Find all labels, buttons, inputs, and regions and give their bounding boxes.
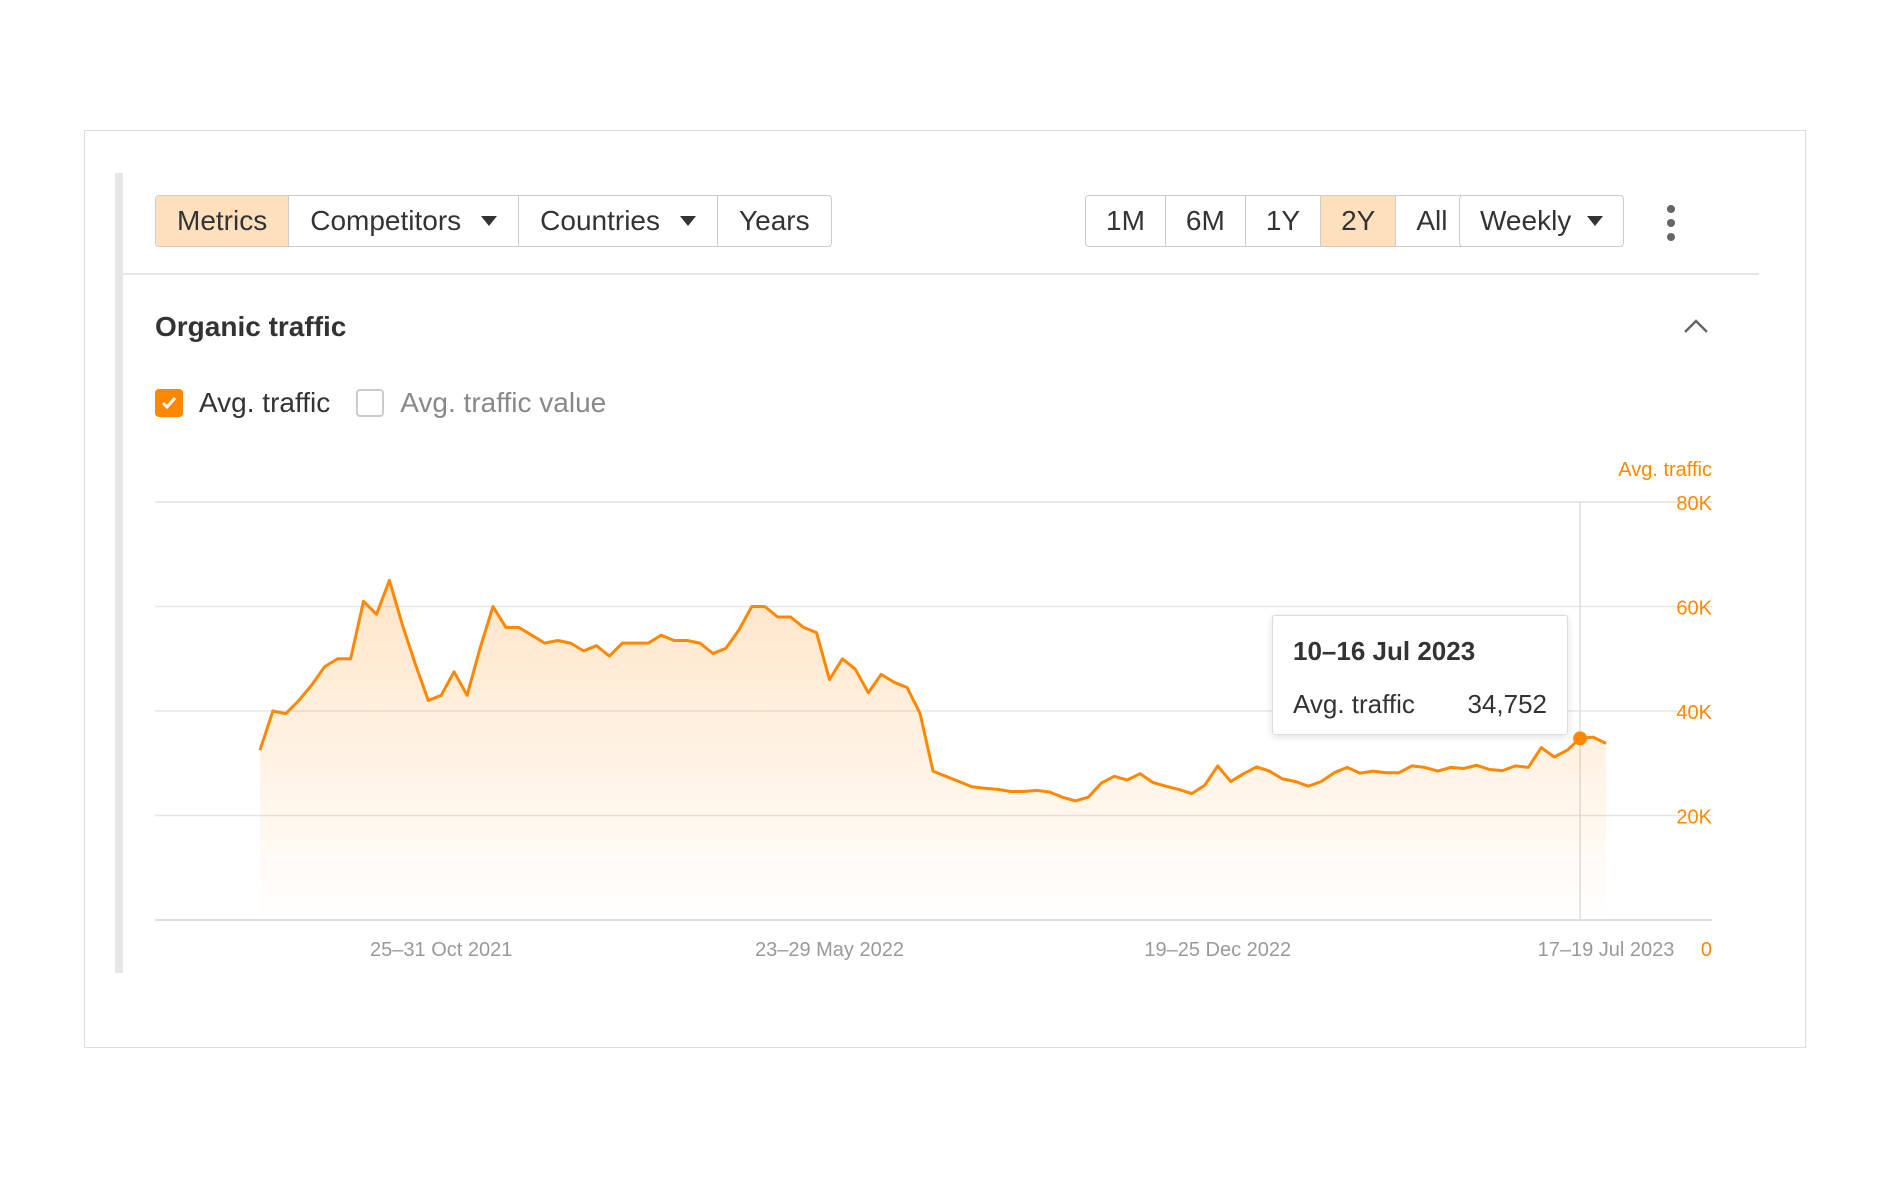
- x-tick-label: 23–29 May 2022: [755, 939, 904, 961]
- x-tick-label: 25–31 Oct 2021: [370, 939, 512, 961]
- chart-tooltip: 10–16 Jul 2023 Avg. traffic 34,752: [1272, 615, 1568, 735]
- y-tick-label-zero: 0: [1701, 939, 1712, 961]
- tooltip-value: 34,752: [1467, 689, 1547, 719]
- y-tick-label: 20K: [1676, 807, 1712, 829]
- y-axis-title: Avg. traffic: [1618, 459, 1712, 481]
- x-tick-label: 17–19 Jul 2023: [1538, 939, 1675, 961]
- tooltip-date: 10–16 Jul 2023: [1293, 636, 1476, 666]
- tooltip-row: Avg. traffic 34,752: [1293, 689, 1547, 720]
- y-tick-label: 80K: [1676, 493, 1712, 515]
- x-tick-label: 19–25 Dec 2022: [1144, 939, 1291, 961]
- y-tick-label: 40K: [1676, 702, 1712, 724]
- tooltip-label: Avg. traffic: [1293, 689, 1415, 719]
- traffic-chart: Avg. traffic 20K 40K 60K 80K 0 25–31 Oct 2021 2…: [155, 459, 1713, 961]
- highlight-point: [1573, 731, 1588, 746]
- y-tick-label: 60K: [1676, 598, 1712, 620]
